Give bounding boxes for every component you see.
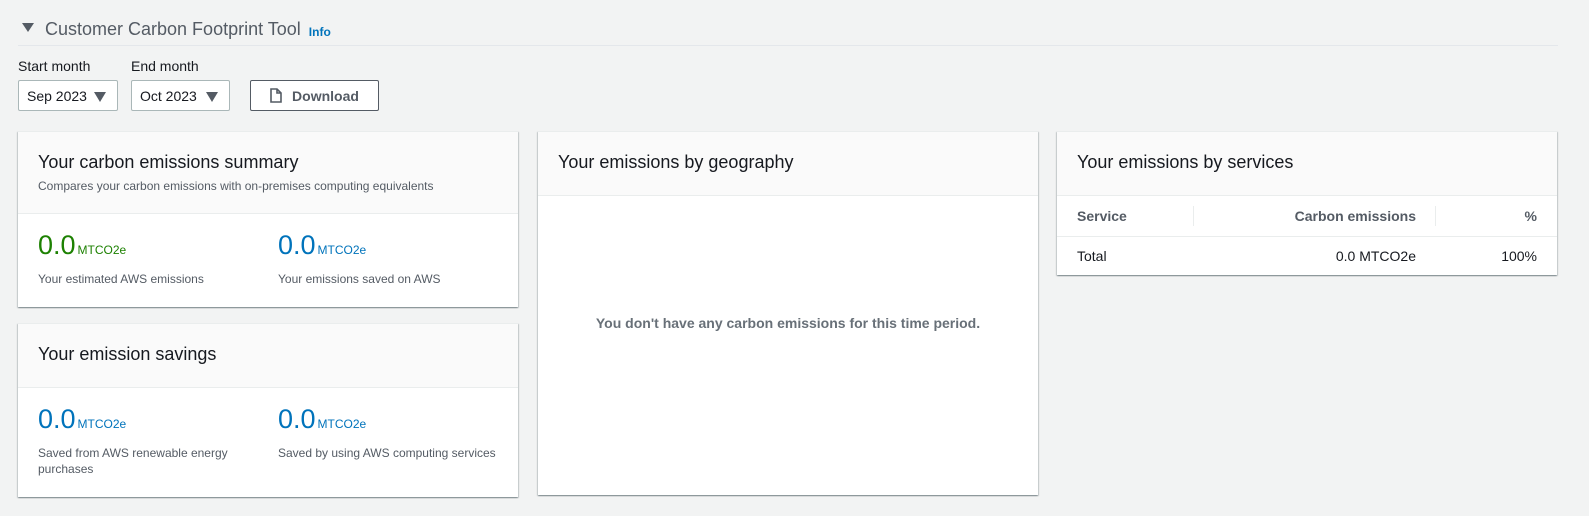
emissions-saved-metric: 0.0 MTCO2e Your emissions saved on AWS [278,230,441,287]
dropdown-caret-icon [206,92,218,102]
table-header-row: Service Carbon emissions % [1057,196,1557,237]
carbon-footprint-page: Customer Carbon Footprint Tool Info Star… [0,0,1589,516]
metric-unit: MTCO2e [317,417,367,431]
info-link[interactable]: Info [309,25,331,39]
download-button[interactable]: Download [250,80,379,111]
file-icon [270,88,282,103]
start-month-select[interactable]: Sep 2023 [18,80,118,111]
card-header: Your emission savings [18,324,518,388]
computing-savings-metric: 0.0 MTCO2e Saved by using AWS computing s… [278,404,503,461]
emissions-cell: 0.0 MTCO2e [1335,248,1416,265]
metric-value: 0.0 [278,230,316,260]
service-cell: Total [1077,248,1107,265]
metric-description: Your emissions saved on AWS [278,272,441,286]
percent-cell: 100% [1501,248,1537,265]
metric-value: 0.0 [278,404,316,434]
card-header: Your emissions by services [1057,132,1557,196]
card-subtitle: Compares your carbon emissions with on-p… [38,179,434,193]
emissions-summary-card: Your carbon emissions summary Compares y… [18,131,518,307]
end-month-select[interactable]: Oct 2023 [131,80,230,111]
metric-value: 0.0 [38,404,76,434]
renewable-savings-metric: 0.0 MTCO2e Saved from AWS renewable energ… [38,404,248,477]
start-month-label: Start month [18,58,91,74]
expand-caret-icon[interactable] [22,23,34,32]
metric-description: Saved from AWS renewable energy purchase… [38,446,228,476]
emissions-by-services-card: Your emissions by services Service Carbo… [1057,131,1557,275]
empty-state-message: You don't have any carbon emissions for … [595,315,981,331]
start-month-value: Sep 2023 [27,87,87,104]
end-month-label: End month [131,58,199,74]
services-table: Service Carbon emissions % Total 0.0 MTC… [1057,196,1557,276]
card-header: Your carbon emissions summary Compares y… [18,132,518,214]
card-title: Your emission savings [38,344,217,364]
metric-unit: MTCO2e [77,417,127,431]
column-header-percent[interactable]: % [1436,196,1557,237]
metric-description: Your estimated AWS emissions [38,272,204,286]
download-label: Download [292,87,359,104]
estimated-emissions-metric: 0.0 MTCO2e Your estimated AWS emissions [38,230,204,287]
metric-unit: MTCO2e [77,243,127,257]
card-title: Your carbon emissions summary [38,152,299,172]
page-title[interactable]: Customer Carbon Footprint Tool [45,19,301,40]
column-header-carbon-emissions[interactable]: Carbon emissions [1194,196,1436,237]
card-title: Your emissions by geography [558,152,794,172]
table-row: Total 0.0 MTCO2e 100% [1057,236,1557,276]
column-header-service[interactable]: Service [1057,196,1194,237]
card-header: Your emissions by geography [538,132,1038,196]
metric-description: Saved by using AWS computing services [278,446,496,460]
end-month-value: Oct 2023 [140,87,197,104]
emissions-by-geography-card: Your emissions by geography You don't ha… [538,131,1038,495]
emission-savings-card: Your emission savings 0.0 MTCO2e Saved fr… [18,323,518,497]
metric-value: 0.0 [38,230,76,260]
metric-unit: MTCO2e [317,243,367,257]
section-header: Customer Carbon Footprint Tool Info [18,14,1558,46]
card-title: Your emissions by services [1077,152,1294,172]
dropdown-caret-icon [94,92,106,102]
